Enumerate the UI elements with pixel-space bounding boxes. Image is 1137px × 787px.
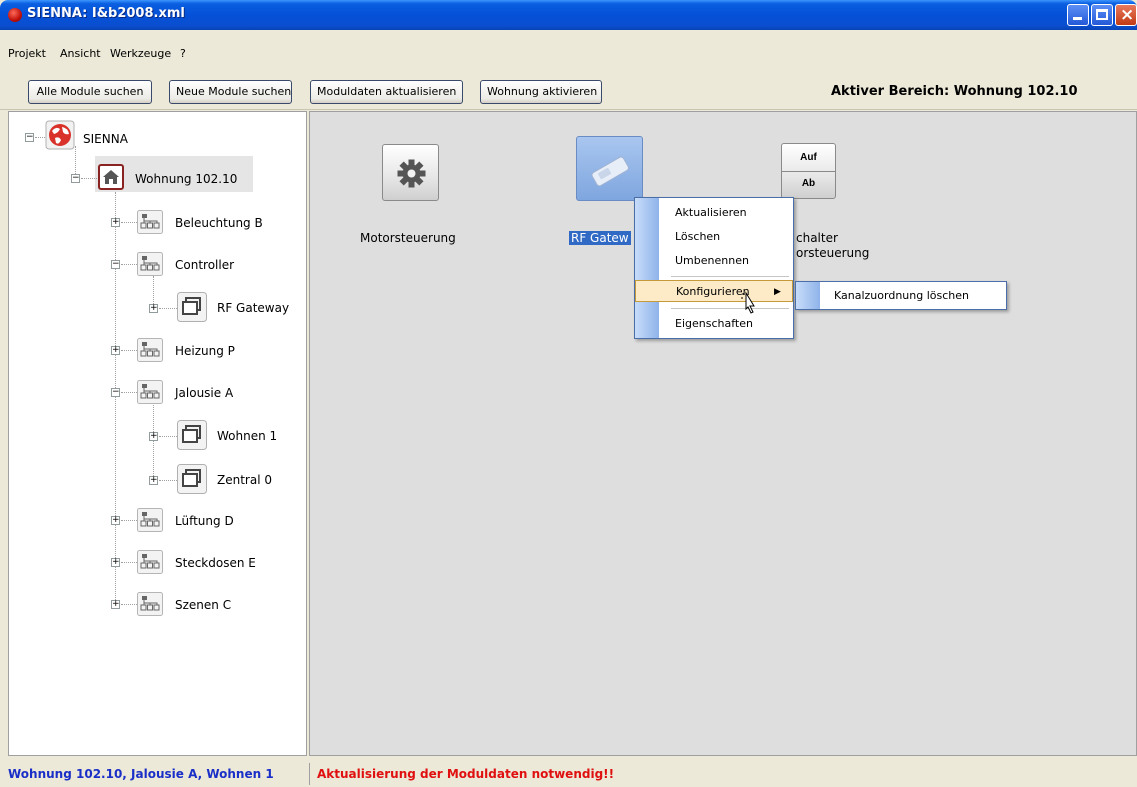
tree-node-lueftung[interactable]: + Lüftung D [9, 506, 308, 534]
tree-node-label: Lüftung D [175, 514, 234, 528]
tree-node-label: Zentral 0 [217, 473, 272, 487]
expand-icon[interactable]: + [149, 476, 158, 485]
tree-node-steckdosen[interactable]: + Steckdosen E [9, 548, 308, 576]
submenu-arrow-icon: ▶ [774, 287, 781, 297]
module-schalter[interactable]: Auf Ab [781, 143, 836, 199]
module-rf-gateway[interactable] [576, 136, 643, 201]
status-bar: Wohnung 102.10, Jalousie A, Wohnen 1 Akt… [0, 759, 1137, 787]
tree-node-zentral[interactable]: + Zentral 0 [9, 464, 308, 494]
tree-node-label: RF Gateway [217, 301, 290, 315]
expand-icon[interactable]: + [111, 600, 120, 609]
project-tree[interactable]: − SIENNA − Wohnung 102.10 + Beleuchtung … [8, 111, 307, 756]
status-divider [309, 763, 310, 785]
tree-node-label: Controller [175, 258, 235, 272]
tree-node-label: SIENNA [83, 132, 128, 146]
expand-icon[interactable]: + [149, 432, 158, 441]
menu-item-umbenennen[interactable]: Umbenennen [635, 250, 793, 272]
status-warning: Aktualisierung der Moduldaten notwendig!… [317, 767, 615, 781]
menu-item-kanalzuordnung-loeschen[interactable]: Kanalzuordnung löschen [834, 289, 969, 302]
module-label-schalter-2: orsteuerung [796, 246, 870, 260]
menu-bar: Projekt Ansicht Werkzeuge ? [0, 30, 1137, 72]
tree-node-heizung[interactable]: + Heizung P [9, 336, 308, 364]
menu-separator [671, 276, 789, 277]
close-icon: × [1120, 5, 1135, 25]
module-icon [177, 420, 207, 450]
tree-node-szenen[interactable]: + Szenen C [9, 590, 308, 618]
house-icon [98, 164, 124, 190]
expand-icon[interactable]: + [111, 346, 120, 355]
menu-projekt[interactable]: Projekt [8, 47, 46, 60]
collapse-icon[interactable]: − [111, 260, 120, 269]
context-menu: Aktualisieren Löschen Umbenennen Konfigu… [634, 197, 794, 339]
tree-node-jalousie[interactable]: − Jalousie A [9, 378, 308, 406]
title-bar: SIENNA: I&b2008.xml × [0, 0, 1137, 30]
menu-item-eigenschaften[interactable]: Eigenschaften [635, 313, 793, 335]
module-label-motorsteuerung: Motorsteuerung [360, 231, 456, 245]
auf-label: Auf [800, 152, 817, 163]
minimize-button[interactable] [1067, 4, 1089, 26]
status-path: Wohnung 102.10, Jalousie A, Wohnen 1 [8, 767, 274, 781]
maximize-button[interactable] [1091, 4, 1113, 26]
module-icon [177, 292, 207, 322]
window-title: SIENNA: I&b2008.xml [27, 6, 185, 21]
tree-node-rf-gateway[interactable]: + RF Gateway [9, 292, 308, 322]
module-motorsteuerung[interactable] [382, 144, 439, 201]
network-group-icon [137, 252, 163, 276]
close-button[interactable]: × [1115, 4, 1137, 26]
menu-strip [796, 282, 820, 309]
network-group-icon [137, 508, 163, 532]
ab-label: Ab [801, 178, 816, 189]
tree-node-sienna[interactable]: − SIENNA [9, 120, 308, 150]
expand-icon[interactable]: + [111, 558, 120, 567]
network-group-icon [137, 338, 163, 362]
toolbar: Alle Module suchen Neue Module suchen Mo… [0, 72, 1137, 110]
menu-item-loeschen[interactable]: Löschen [635, 226, 793, 248]
expand-icon[interactable]: + [149, 304, 158, 313]
collapse-icon[interactable]: − [25, 133, 34, 142]
expand-icon[interactable]: + [111, 218, 120, 227]
tree-node-label: Wohnung 102.10 [135, 172, 238, 186]
gear-icon [397, 159, 426, 188]
tree-node-label: Beleuchtung B [175, 216, 263, 230]
maximize-icon [1096, 9, 1108, 20]
tree-node-beleuchtung[interactable]: + Beleuchtung B [9, 208, 308, 236]
alle-module-suchen-button[interactable]: Alle Module suchen [28, 80, 152, 104]
module-label-rf-gateway: RF Gatew [569, 231, 631, 245]
menu-ansicht[interactable]: Ansicht [60, 47, 101, 60]
expand-icon[interactable]: + [111, 516, 120, 525]
remote-control-icon [591, 156, 629, 187]
network-group-icon [137, 592, 163, 616]
moduldaten-aktualisieren-button[interactable]: Moduldaten aktualisieren [310, 80, 463, 104]
pointer-cursor-icon [741, 291, 755, 314]
globe-icon [45, 120, 75, 150]
menu-item-konfigurieren[interactable]: Konfigurieren ▶ [635, 280, 793, 302]
tree-node-label: Jalousie A [175, 386, 234, 400]
menu-help[interactable]: ? [180, 47, 186, 60]
tree-node-wohnung[interactable]: − Wohnung 102.10 [9, 164, 308, 192]
wohnung-aktivieren-button[interactable]: Wohnung aktivieren [480, 80, 602, 104]
network-group-icon [137, 550, 163, 574]
tree-node-label: Wohnen 1 [217, 429, 278, 443]
menu-separator [671, 308, 789, 309]
tree-node-label: Heizung P [175, 344, 235, 358]
tree-node-wohnen[interactable]: + Wohnen 1 [9, 420, 308, 450]
menu-item-label: Konfigurieren [676, 285, 750, 298]
neue-module-suchen-button[interactable]: Neue Module suchen [169, 80, 292, 104]
module-icon [177, 464, 207, 494]
collapse-icon[interactable]: − [111, 388, 120, 397]
submenu: Kanalzuordnung löschen [795, 281, 1007, 310]
network-group-icon [137, 210, 163, 234]
network-group-icon [137, 380, 163, 404]
tree-node-label: Szenen C [175, 598, 232, 612]
minimize-icon [1073, 17, 1082, 20]
menu-werkzeuge[interactable]: Werkzeuge [110, 47, 171, 60]
tree-node-label: Steckdosen E [175, 556, 256, 570]
active-area-label: Aktiver Bereich: Wohnung 102.10 [831, 84, 1078, 99]
app-icon[interactable] [8, 8, 22, 22]
tree-node-controller[interactable]: − Controller [9, 250, 308, 278]
module-label-schalter-1: chalter [796, 231, 838, 245]
menu-item-aktualisieren[interactable]: Aktualisieren [635, 202, 793, 224]
collapse-icon[interactable]: − [71, 174, 80, 183]
